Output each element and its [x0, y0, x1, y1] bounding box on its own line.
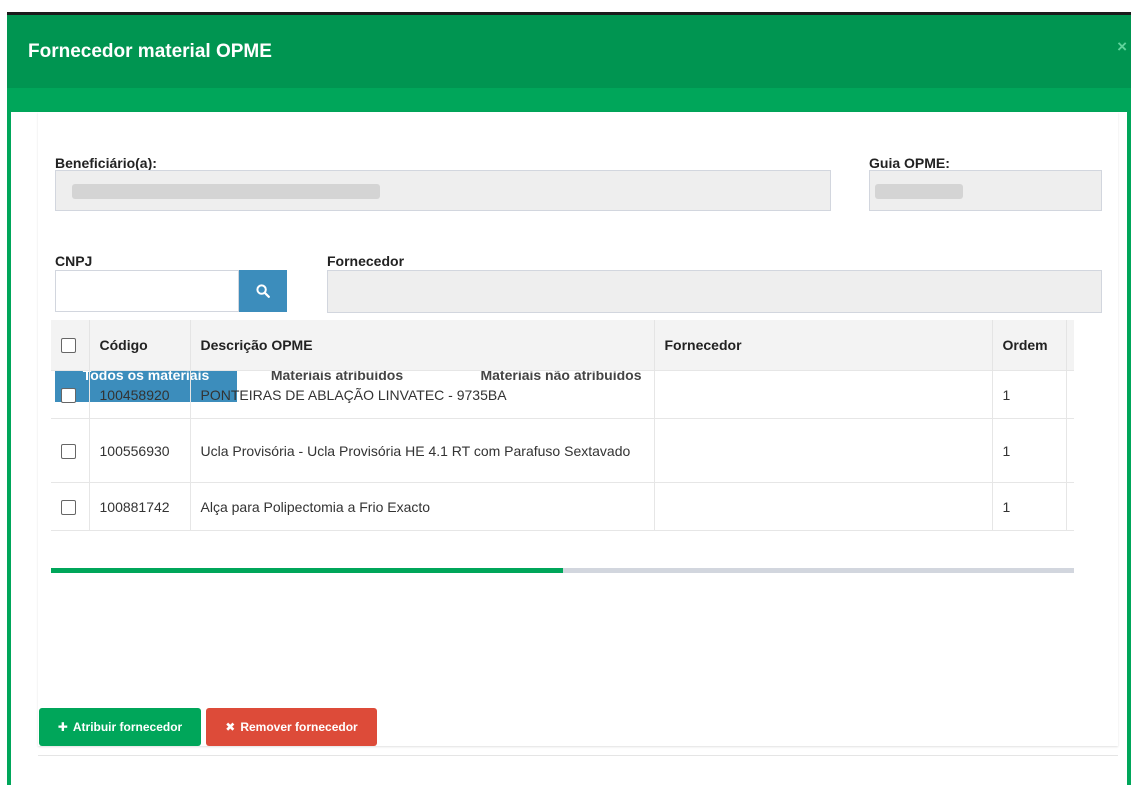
select-all-checkbox[interactable]: [61, 338, 76, 354]
col-descricao[interactable]: Descrição OPME: [190, 320, 655, 371]
cell-descricao: PONTEIRAS DE ABLAÇÃO LINVATEC - 9735BA: [190, 370, 655, 419]
select-all-cell: [51, 320, 90, 371]
cell-codigo: 100556930: [89, 418, 191, 483]
plus-icon: ✚: [57, 720, 68, 734]
panel-divider: [38, 755, 1118, 756]
fornecedor-label: Fornecedor: [327, 253, 405, 269]
remove-supplier-button[interactable]: ✖ Remover fornecedor: [206, 708, 377, 746]
guia-opme-field: [869, 170, 1102, 211]
cell-ordem: 1: [992, 370, 1067, 419]
assign-supplier-label: Atribuir fornecedor: [72, 720, 183, 734]
cell-codigo: 100881742: [89, 482, 191, 531]
cnpj-input[interactable]: [55, 270, 239, 312]
modal-body: Beneficiário(a): Guia OPME: CNPJ Fornece…: [11, 112, 1127, 788]
cell-fornecedor: [654, 370, 993, 419]
row-checkbox[interactable]: [61, 500, 76, 516]
form-panel: Beneficiário(a): Guia OPME: CNPJ Fornece…: [38, 112, 1118, 746]
close-icon[interactable]: ×: [1117, 37, 1127, 57]
cell-fornecedor: [654, 418, 993, 483]
guia-opme-label: Guia OPME:: [869, 155, 950, 171]
page-top-edge: [0, 0, 1131, 12]
table-row: 100458920 PONTEIRAS DE ABLAÇÃO LINVATEC …: [51, 370, 1074, 419]
assign-supplier-button[interactable]: ✚ Atribuir fornecedor: [39, 708, 201, 746]
modal-title: Fornecedor material OPME: [28, 41, 272, 62]
col-codigo[interactable]: Código: [89, 320, 191, 371]
table-row: 100881742 Alça para Polipectomia a Frio …: [51, 482, 1074, 531]
beneficiario-label: Beneficiário(a):: [55, 155, 157, 171]
modal-header: Fornecedor material OPME ×: [7, 15, 1131, 88]
search-icon: [256, 284, 270, 298]
horizontal-scrollbar[interactable]: [51, 568, 1074, 573]
cnpj-label: CNPJ: [55, 253, 93, 269]
cell-ordem: 1: [992, 418, 1067, 483]
cell-extra: [1066, 482, 1074, 531]
modal-dialog: Fornecedor material OPME × Beneficiário(…: [7, 12, 1131, 788]
cell-fornecedor: [654, 482, 993, 531]
col-fornecedor[interactable]: Fornecedor: [654, 320, 993, 371]
row-checkbox[interactable]: [61, 444, 76, 460]
fornecedor-field: [327, 270, 1102, 313]
redacted-value: [72, 184, 380, 199]
col-extra: [1066, 320, 1074, 371]
cell-ordem: 1: [992, 482, 1067, 531]
table-row: 100556930 Ucla Provisória - Ucla Provisó…: [51, 418, 1074, 483]
cell-extra: [1066, 370, 1074, 419]
search-cnpj-button[interactable]: [239, 270, 287, 312]
materials-table-wrap: Código Descrição OPME Fornecedor Ordem 1…: [51, 320, 1074, 542]
remove-supplier-label: Remover fornecedor: [240, 720, 358, 734]
cell-extra: [1066, 418, 1074, 483]
times-icon: ✖: [225, 720, 236, 734]
cell-descricao: Alça para Polipectomia a Frio Exacto: [190, 482, 655, 531]
cell-codigo: 100458920: [89, 370, 191, 419]
scrollbar-thumb[interactable]: [51, 568, 563, 573]
cell-descricao: Ucla Provisória - Ucla Provisória HE 4.1…: [190, 418, 655, 483]
table-header-row: Código Descrição OPME Fornecedor Ordem: [51, 320, 1074, 371]
row-checkbox[interactable]: [61, 388, 76, 404]
materials-table: Código Descrição OPME Fornecedor Ordem 1…: [51, 320, 1074, 531]
redacted-value: [875, 184, 963, 199]
col-ordem[interactable]: Ordem: [992, 320, 1067, 371]
beneficiario-field: [55, 170, 831, 211]
